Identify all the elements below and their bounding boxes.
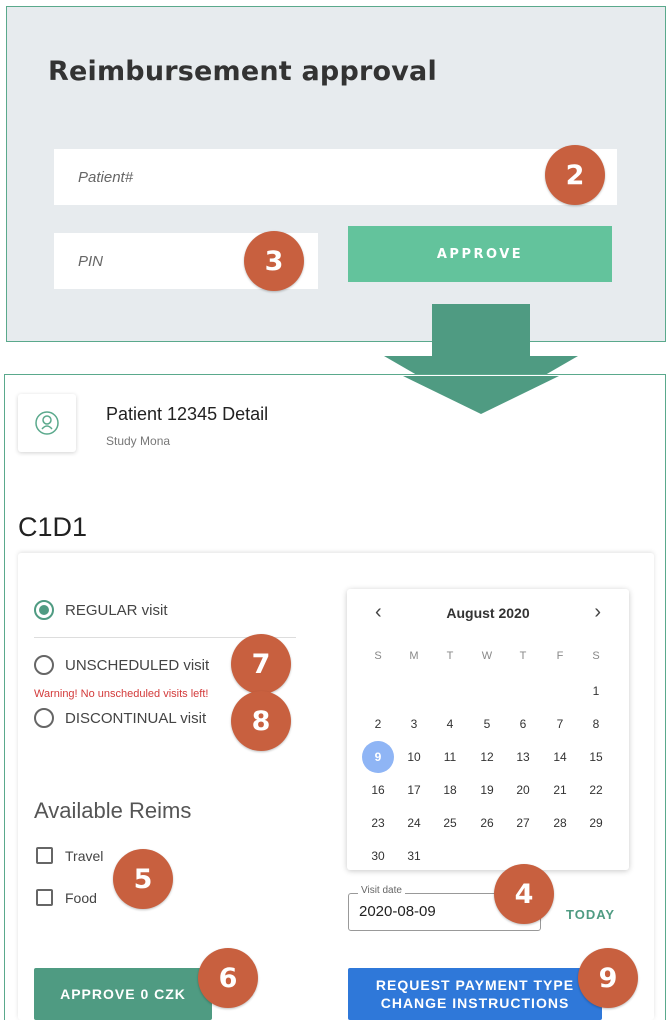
calendar-day[interactable]: 12: [471, 741, 503, 773]
calendar-day[interactable]: 8: [580, 708, 612, 740]
checkbox-label: Travel: [65, 847, 104, 864]
chevron-right-icon[interactable]: ›: [594, 601, 601, 624]
step-badge: 4: [494, 864, 554, 924]
calendar-weekday: T: [446, 650, 454, 662]
calendar-weekday: S: [374, 650, 382, 662]
calendar-day[interactable]: 28: [544, 807, 576, 839]
approve-amount-button[interactable]: APPROVE 0 CZK: [34, 968, 212, 1020]
calendar-day[interactable]: 6: [507, 708, 539, 740]
approve-button[interactable]: APPROVE: [348, 226, 612, 282]
page-title: Reimbursement approval: [48, 56, 437, 87]
patient-title: Patient 12345 Detail: [106, 404, 269, 424]
calendar-day[interactable]: 26: [471, 807, 503, 839]
avatar: [18, 394, 76, 452]
calendar-day[interactable]: 19: [471, 774, 503, 806]
checkbox-icon: [36, 889, 53, 906]
calendar-day[interactable]: 16: [362, 774, 394, 806]
study-name: Study Mona: [106, 434, 171, 448]
request-payment-change-button[interactable]: REQUEST PAYMENT TYPE CHANGE INSTRUCTIONS: [348, 968, 602, 1020]
checkbox-food[interactable]: Food: [36, 889, 97, 906]
calendar-day[interactable]: 27: [507, 807, 539, 839]
request-button-line1: REQUEST PAYMENT TYPE: [375, 977, 575, 993]
visit-date-value: 2020-08-09: [359, 903, 436, 920]
radio-discontinual-visit[interactable]: DISCONTINUAL visit: [34, 708, 206, 728]
radio-regular-visit[interactable]: REGULAR visit: [34, 600, 168, 620]
calendar-day[interactable]: 30: [362, 840, 394, 872]
calendar-day[interactable]: 13: [507, 741, 539, 773]
request-button-line2: CHANGE INSTRUCTIONS: [380, 995, 570, 1011]
radio-checked-icon: [34, 600, 54, 620]
step-badge: 3: [244, 231, 304, 291]
today-button[interactable]: TODAY: [566, 907, 615, 922]
calendar-day[interactable]: 3: [398, 708, 430, 740]
step-badge: 7: [231, 634, 291, 694]
calendar-day[interactable]: 10: [398, 741, 430, 773]
calendar-day[interactable]: 11: [434, 741, 466, 773]
step-badge: 6: [198, 948, 258, 1008]
calendar-weekday: M: [409, 650, 419, 662]
radio-unchecked-icon: [34, 655, 54, 675]
calendar-day[interactable]: 29: [580, 807, 612, 839]
calendar-day[interactable]: 14: [544, 741, 576, 773]
calendar-day[interactable]: 9: [362, 741, 394, 773]
checkbox-label: Food: [65, 889, 97, 906]
calendar-day[interactable]: 17: [398, 774, 430, 806]
radio-label: UNSCHEDULED visit: [65, 656, 210, 674]
calendar-month-label: August 2020: [446, 605, 530, 621]
user-outline-icon: [35, 411, 59, 435]
calendar-weekday: W: [481, 650, 493, 662]
radio-label: REGULAR visit: [65, 601, 168, 619]
checkbox-icon: [36, 847, 53, 864]
reims-title: Available Reims: [34, 798, 192, 823]
calendar-weekday: T: [519, 650, 527, 662]
calendar-weekday: S: [592, 650, 600, 662]
calendar-day[interactable]: 4: [434, 708, 466, 740]
calendar-day[interactable]: 22: [580, 774, 612, 806]
visit-code: C1D1: [18, 512, 88, 542]
calendar-day[interactable]: 20: [507, 774, 539, 806]
calendar-day[interactable]: 15: [580, 741, 612, 773]
step-badge: 9: [578, 948, 638, 1008]
flow-arrow-head-overlay-icon: [403, 376, 559, 414]
calendar-day[interactable]: 7: [544, 708, 576, 740]
checkbox-travel[interactable]: Travel: [36, 847, 103, 864]
step-badge: 8: [231, 691, 291, 751]
step-badge: 2: [545, 145, 605, 205]
calendar-day[interactable]: 1: [580, 675, 612, 707]
step-badge: 5: [113, 849, 173, 909]
radio-unchecked-icon: [34, 708, 54, 728]
calendar-day[interactable]: 24: [398, 807, 430, 839]
calendar-day[interactable]: 31: [398, 840, 430, 872]
flow-arrow-icon: [432, 304, 530, 362]
calendar-day[interactable]: 5: [471, 708, 503, 740]
calendar-weekday: F: [556, 650, 564, 662]
patient-number-input[interactable]: Patient#: [54, 149, 617, 205]
date-picker-calendar: ‹ August 2020 › S M T W T F S 1 2 3 4 5 6 7 8 9 10 11 12 13…: [347, 589, 629, 870]
radio-label: DISCONTINUAL visit: [65, 709, 207, 727]
radio-unscheduled-visit[interactable]: UNSCHEDULED visit: [34, 655, 209, 675]
calendar-day[interactable]: 2: [362, 708, 394, 740]
calendar-day[interactable]: 18: [434, 774, 466, 806]
calendar-day[interactable]: 21: [544, 774, 576, 806]
visit-date-label: Visit date: [358, 885, 405, 896]
warning-text: Warning! No unscheduled visits left!: [34, 688, 209, 700]
calendar-day[interactable]: 23: [362, 807, 394, 839]
calendar-day[interactable]: 25: [434, 807, 466, 839]
